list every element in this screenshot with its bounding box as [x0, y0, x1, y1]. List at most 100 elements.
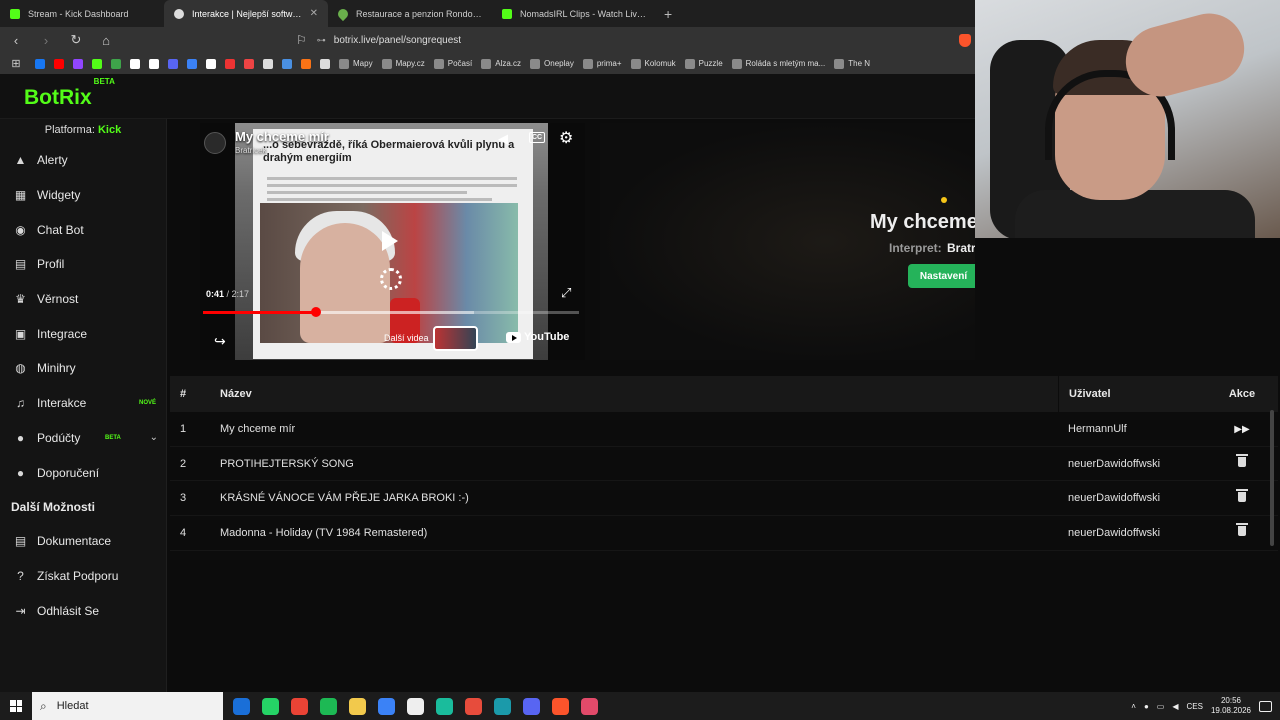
botrix-logo[interactable]: BotRixBETA: [24, 77, 115, 110]
sidebar-item-chat-bot[interactable]: ◉ Chat Bot: [0, 212, 166, 247]
tray-chevron-icon[interactable]: ˄: [1131, 702, 1136, 711]
share-icon[interactable]: ↪: [214, 333, 226, 350]
site-info-icon[interactable]: ⊶: [317, 35, 326, 46]
taskbar-search[interactable]: ⌕ Hledat: [32, 692, 223, 720]
bookmark-item[interactable]: Mapy.cz: [381, 58, 425, 69]
taskbar-app-icon[interactable]: [233, 697, 250, 715]
taskbar-app-icon[interactable]: [523, 697, 540, 715]
taskbar-app-icon[interactable]: [378, 697, 395, 715]
bookmark-favicon-icon[interactable]: [225, 58, 235, 69]
skip-icon[interactable]: ▶▶: [1234, 424, 1249, 435]
bookmark-favicon-icon[interactable]: [54, 58, 64, 69]
bookmark-item[interactable]: Oneplay: [530, 58, 574, 69]
taskbar-app-icon[interactable]: [494, 697, 511, 715]
bookmark-item[interactable]: The N: [834, 58, 870, 69]
bookmark-item[interactable]: Mapy: [339, 58, 373, 69]
sidebar-item-odhl-sit-se[interactable]: ⇥ Odhlásit Se: [0, 593, 166, 628]
bookmark-favicon-icon[interactable]: [301, 58, 311, 69]
sidebar-item-interakce[interactable]: ♫ Interakce NOVÉ: [0, 386, 166, 421]
sidebar-item-widgety[interactable]: ▦ Widgety: [0, 178, 166, 213]
browser-tab[interactable]: Interakce | Nejlepší software pro ✕: [164, 0, 328, 27]
bookmark-icon[interactable]: ⚐: [296, 33, 307, 47]
bookmark-favicon-icon[interactable]: [35, 58, 45, 69]
forward-icon[interactable]: ›: [36, 33, 56, 48]
play-icon[interactable]: [382, 231, 398, 251]
progress-scrubber[interactable]: [310, 307, 321, 317]
more-videos-label[interactable]: Další videa: [384, 333, 429, 343]
video-channel[interactable]: Bratricek: [235, 146, 267, 155]
bookmark-favicon-icon[interactable]: [282, 58, 292, 69]
back-icon[interactable]: ‹: [6, 33, 26, 48]
fullscreen-icon[interactable]: ⤢: [561, 285, 571, 301]
youtube-player[interactable]: ...o sebevraždě, říká Obermaierová kvůli…: [200, 123, 585, 360]
taskbar-app-icon[interactable]: [552, 697, 569, 715]
sidebar-item-profil[interactable]: ▤ Profil: [0, 247, 166, 282]
trash-icon[interactable]: [1236, 488, 1248, 502]
bookmark-favicon-icon[interactable]: [244, 58, 254, 69]
bookmark-item[interactable]: prima+: [582, 58, 622, 69]
sidebar-item-pod-ty[interactable]: ● Podúčty BETA ⌄: [0, 421, 166, 456]
video-title[interactable]: My chceme mír: [235, 129, 329, 144]
new-tab-button[interactable]: +: [656, 6, 680, 22]
sidebar-item-z-skat-podporu[interactable]: ? Získat Podporu: [0, 559, 166, 594]
video-progress-bar[interactable]: [203, 307, 579, 317]
bookmark-favicon-icon[interactable]: [187, 58, 197, 69]
apps-grid-icon[interactable]: ⊞: [6, 57, 26, 70]
settings-button[interactable]: Nastavení: [908, 264, 975, 288]
more-videos-thumbnail[interactable]: [433, 326, 478, 351]
bookmark-favicon-icon[interactable]: [320, 58, 330, 69]
start-button[interactable]: [0, 692, 32, 720]
network-icon[interactable]: ▭: [1157, 702, 1165, 711]
bookmark-item[interactable]: Roláda s mletým ma...: [731, 58, 825, 69]
bookmark-favicon-icon[interactable]: [92, 58, 102, 69]
notifications-icon[interactable]: [1259, 700, 1272, 712]
browser-tab[interactable]: Stream - Kick Dashboard: [0, 0, 164, 27]
trash-icon[interactable]: [1236, 523, 1248, 537]
taskbar-app-icon[interactable]: [465, 697, 482, 715]
brave-shield-icon[interactable]: [959, 33, 971, 47]
close-tab-icon[interactable]: ✕: [310, 8, 318, 19]
sidebar-item-integrace[interactable]: ▣ Integrace: [0, 316, 166, 351]
bookmark-item[interactable]: Kolomuk: [630, 58, 676, 69]
channel-avatar[interactable]: [204, 132, 226, 154]
bookmark-favicon-icon[interactable]: [130, 58, 140, 69]
bookmark-item[interactable]: Alza.cz: [481, 58, 521, 69]
taskbar-app-icon[interactable]: [320, 697, 337, 715]
sidebar-item-doporu-en-[interactable]: ● Doporučení: [0, 455, 166, 490]
taskbar-app-icon[interactable]: [407, 697, 424, 715]
bookmark-favicon-icon[interactable]: [168, 58, 178, 69]
captions-icon[interactable]: CC: [529, 132, 546, 143]
taskbar-app-icon[interactable]: [581, 697, 598, 715]
trash-icon[interactable]: [1236, 454, 1248, 468]
taskbar-app-icon[interactable]: [291, 697, 308, 715]
bookmark-favicon-icon[interactable]: [73, 58, 83, 69]
home-icon[interactable]: ⌂: [96, 33, 116, 48]
video-time: 0:41 / 2:17: [206, 289, 250, 299]
bookmark-favicon-icon[interactable]: [263, 58, 273, 69]
chevron-down-icon[interactable]: ⌄: [150, 432, 158, 443]
microphone-icon[interactable]: ●: [1144, 702, 1149, 711]
address-bar[interactable]: ⊶ botrix.live/panel/songrequest: [317, 35, 461, 46]
language-indicator[interactable]: CES: [1187, 702, 1203, 711]
volume-tray-icon[interactable]: ◀: [1172, 702, 1178, 711]
bookmark-favicon-icon[interactable]: [111, 58, 121, 69]
sidebar-item-alerty[interactable]: ▲ Alerty: [0, 143, 166, 178]
table-scrollbar[interactable]: [1270, 410, 1274, 546]
youtube-logo[interactable]: YouTube: [506, 331, 569, 343]
clock[interactable]: 20:56 19.08.2026: [1211, 696, 1251, 716]
bookmark-item[interactable]: Počasí: [433, 58, 472, 69]
sidebar-item-minihry[interactable]: ◍ Minihry: [0, 351, 166, 386]
bookmark-favicon-icon[interactable]: [206, 58, 216, 69]
taskbar-app-icon[interactable]: [349, 697, 366, 715]
browser-tab[interactable]: Restaurace a penzion Rondo – Mapy: [328, 0, 492, 27]
taskbar-app-icon[interactable]: [262, 697, 279, 715]
browser-tab[interactable]: NomadsIRL Clips - Watch Live on Kic: [492, 0, 656, 27]
gear-icon[interactable]: ⚙: [559, 128, 573, 148]
bookmark-favicon-icon[interactable]: [149, 58, 159, 69]
taskbar-app-icon[interactable]: [436, 697, 453, 715]
reload-icon[interactable]: ↻: [66, 32, 86, 48]
sidebar-item-v-rnost[interactable]: ♛ Věrnost: [0, 282, 166, 317]
bookmark-item[interactable]: Puzzle: [684, 58, 723, 69]
sidebar-item-dokumentace[interactable]: ▤ Dokumentace: [0, 524, 166, 559]
volume-icon[interactable]: ◀: [498, 131, 508, 147]
